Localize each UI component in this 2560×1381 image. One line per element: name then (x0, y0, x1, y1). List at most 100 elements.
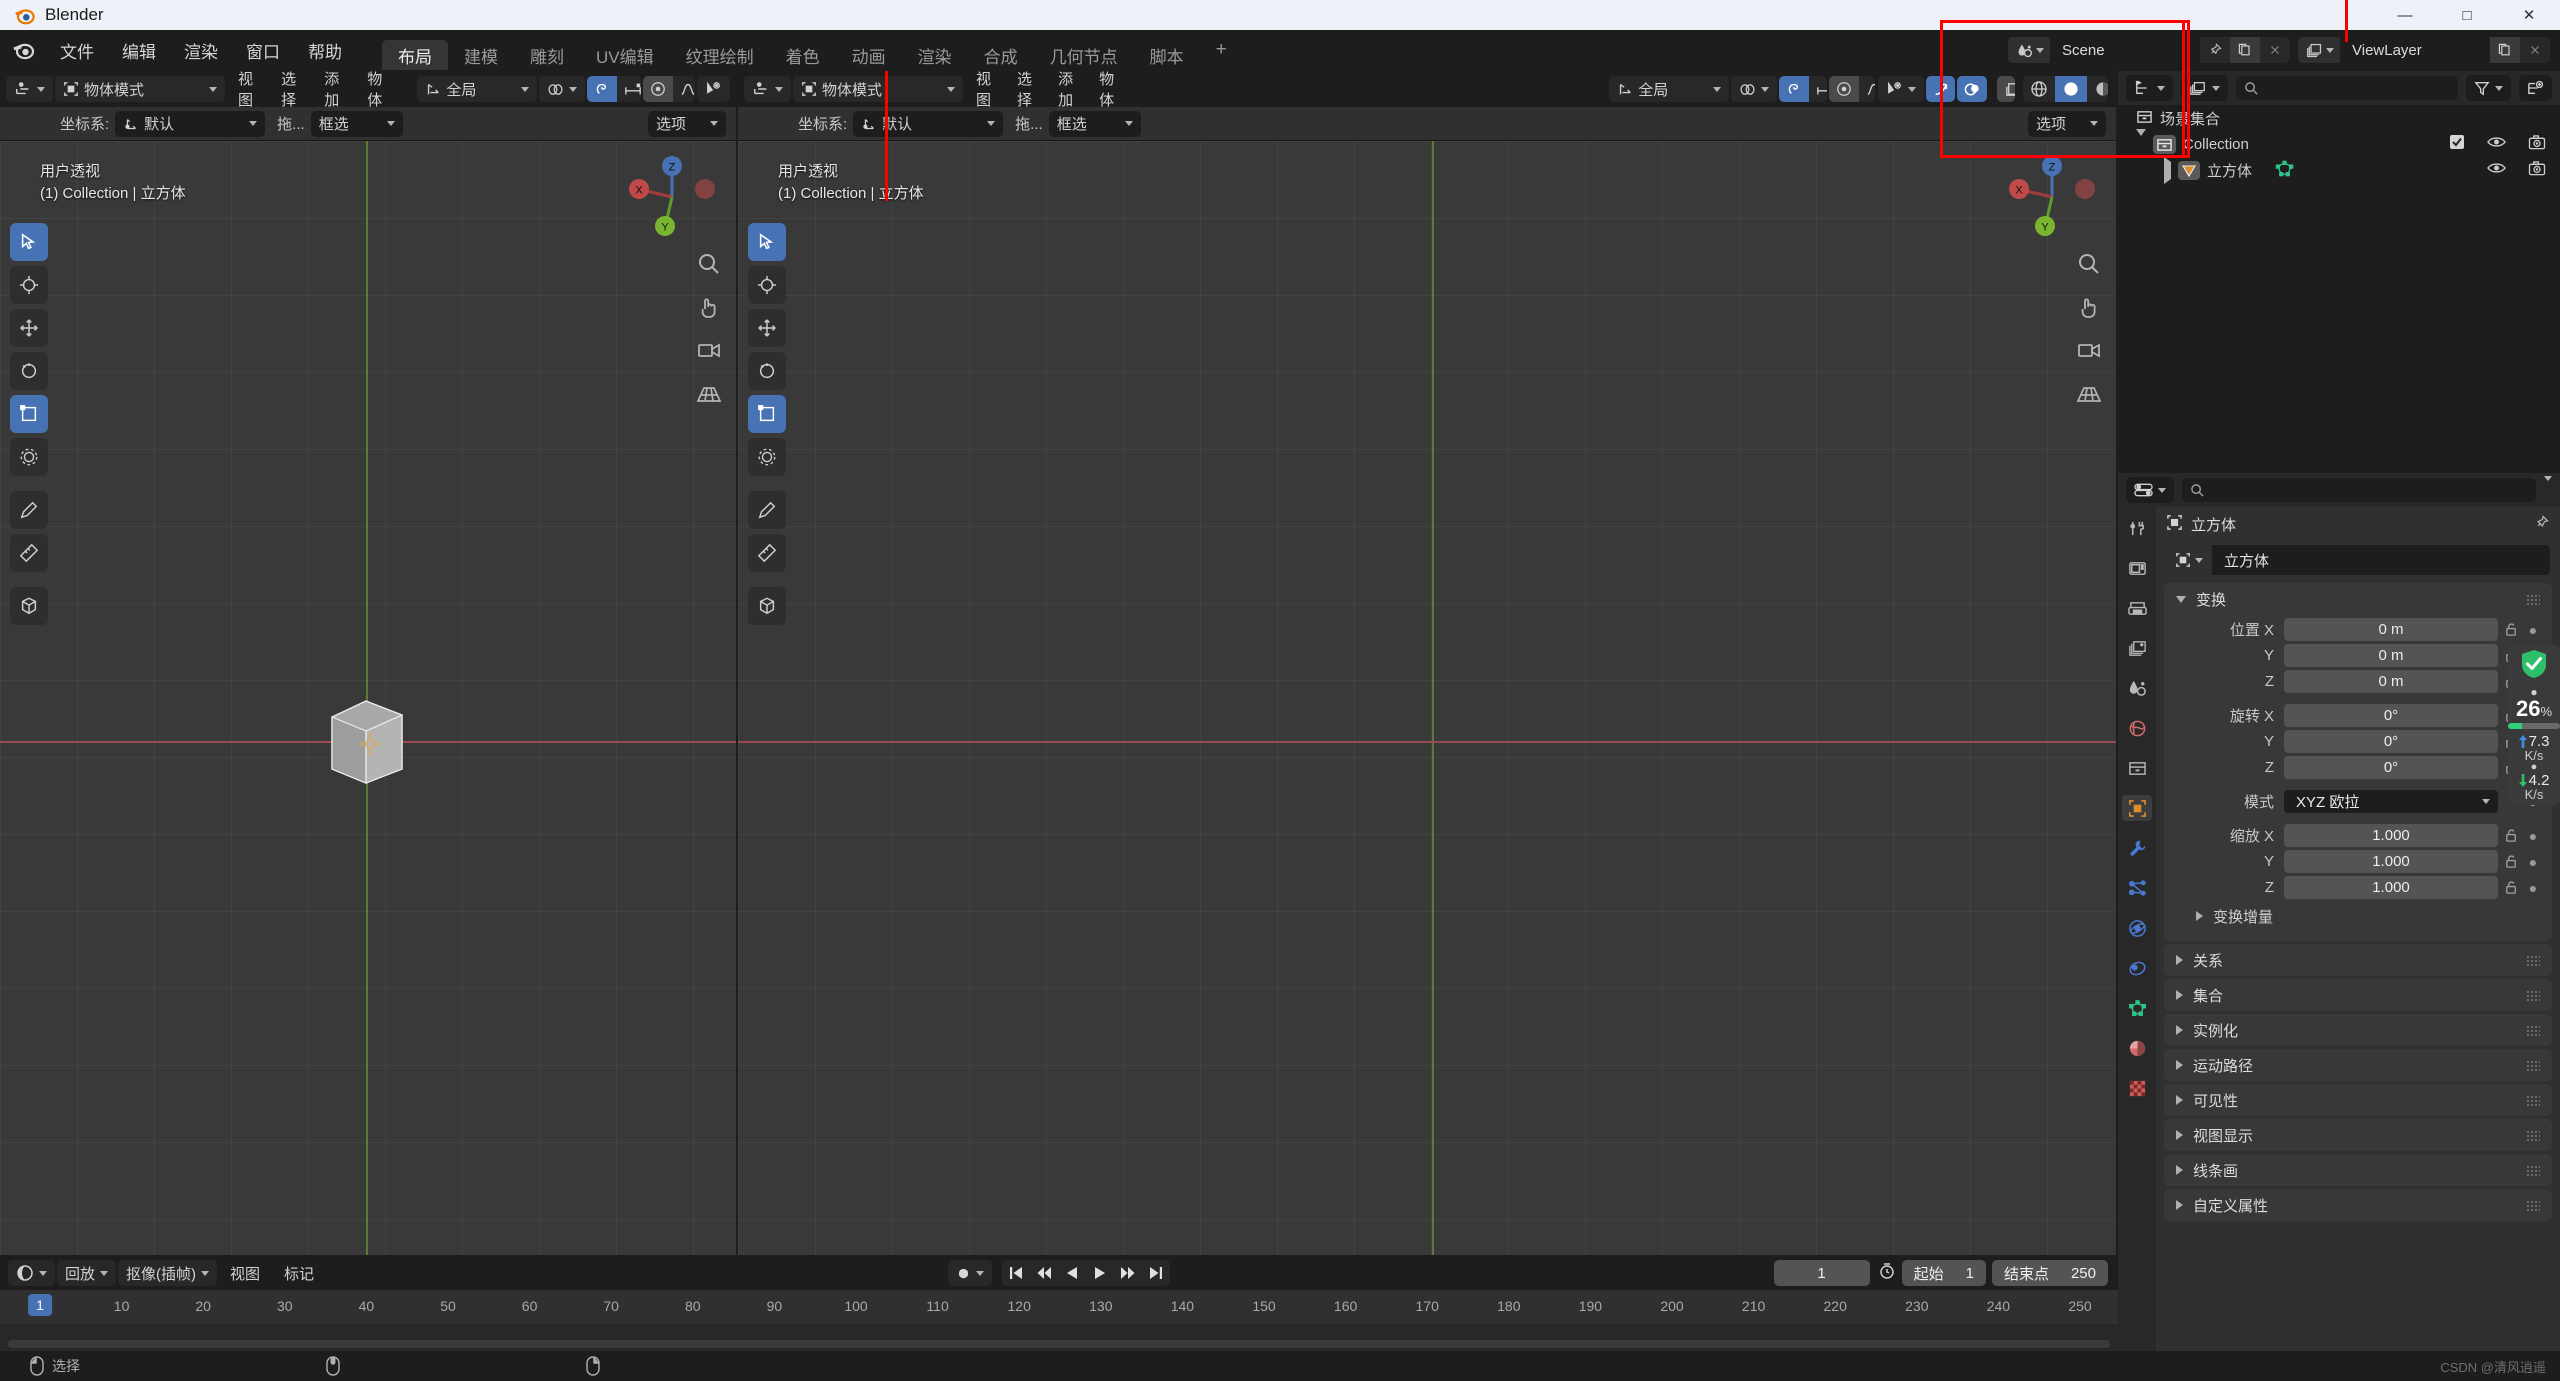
location-y-field[interactable]: 0 m (2284, 644, 2498, 667)
viewport-right-menu-object[interactable]: 物体 (1088, 71, 1127, 109)
workspace-tab-sculpting[interactable]: 雕刻 (514, 40, 580, 70)
menu-render[interactable]: 渲染 (170, 30, 232, 70)
snap-target-right[interactable] (1731, 76, 1778, 102)
workspace-tab-geometry-nodes[interactable]: 几何节点 (1034, 40, 1134, 70)
tool-tweak-left[interactable] (10, 223, 48, 261)
zoom-view-icon-right[interactable] (2076, 251, 2102, 277)
timeline-menu-marker[interactable]: 标记 (273, 1255, 325, 1291)
panel-motion-paths[interactable]: 运动路径 (2164, 1049, 2552, 1081)
snap-toggle-right[interactable] (1779, 76, 1810, 102)
panel-instancing-header[interactable]: 实例化 (2164, 1014, 2552, 1046)
camera-view-icon-left[interactable] (696, 339, 722, 365)
scale-x-field[interactable]: 1.000 (2284, 824, 2498, 847)
xray-toggle-right[interactable] (1997, 76, 2015, 102)
rotation-x-field[interactable]: 0° (2284, 704, 2498, 727)
viewport-menu-view[interactable]: 视图 (227, 71, 268, 109)
tool-rotate-left[interactable] (10, 352, 48, 390)
panel-visibility[interactable]: 可见性 (2164, 1084, 2552, 1116)
location-x-field[interactable]: 0 m (2284, 618, 2498, 641)
tool-measure-right[interactable] (748, 534, 786, 572)
panel-visibility-header[interactable]: 可见性 (2164, 1084, 2552, 1116)
jump-to-start-button[interactable] (1002, 1260, 1030, 1286)
properties-options-chevron[interactable] (2544, 476, 2552, 499)
tool-move-right[interactable] (748, 309, 786, 347)
disclosure-triangle-cube[interactable] (2164, 156, 2171, 184)
panel-custom-properties-header[interactable]: 自定义属性 (2164, 1189, 2552, 1221)
minimize-button[interactable]: — (2374, 0, 2436, 30)
eye-icon-collection[interactable] (2487, 135, 2506, 153)
object-id-name[interactable]: 立方体 (2212, 550, 2269, 571)
proportional-falloff-left[interactable] (673, 76, 695, 102)
previous-keyframe-button[interactable] (1030, 1260, 1058, 1286)
rotation-z-field[interactable]: 0° (2284, 756, 2498, 779)
gizmo-group-right[interactable] (1925, 76, 1956, 102)
lock-scale-x-icon[interactable] (2498, 828, 2524, 843)
properties-tab-physics[interactable] (2122, 915, 2152, 941)
outliner-search-input[interactable] (2236, 76, 2458, 100)
viewport-options-right[interactable]: 选项 (2028, 110, 2106, 137)
properties-tab-scene[interactable] (2122, 675, 2152, 701)
pin-scene-icon[interactable] (2200, 37, 2230, 63)
properties-tab-output[interactable] (2122, 595, 2152, 621)
download-overlay-widget[interactable]: ● 26 % 7.3 K/s ● 4.2 K/s (2508, 645, 2560, 805)
workspace-tab-texture-paint[interactable]: 纹理绘制 (670, 40, 770, 70)
timeline-menu-view[interactable]: 视图 (219, 1255, 271, 1291)
viewport-right-canvas[interactable]: 用户透视 (1) Collection | 立方体 Z X Y (738, 141, 2116, 1255)
play-reverse-button[interactable] (1058, 1260, 1086, 1286)
snap-mode-left[interactable] (617, 76, 641, 102)
visibility-dropdown-left[interactable] (697, 76, 730, 102)
viewport-menu-select[interactable]: 选择 (270, 71, 311, 109)
animate-scale-z-dot[interactable]: ● (2524, 880, 2542, 896)
viewport-left[interactable]: 物体模式 视图 选择 添加 物体 全局 坐标系: 默认 拖... 框选 选项 用… (0, 71, 736, 1255)
snap-toggle-left[interactable] (587, 76, 618, 102)
tool-cursor-right[interactable] (748, 266, 786, 304)
object-visibility-dropdown-right[interactable] (1877, 76, 1924, 102)
scale-z-field[interactable]: 1.000 (2284, 876, 2498, 899)
camera-icon-cube[interactable] (2528, 160, 2546, 180)
workspace-tab-shading[interactable]: 着色 (770, 40, 836, 70)
toggle-xray-icon[interactable] (1997, 76, 2015, 102)
viewport-right-menu-add[interactable]: 添加 (1047, 71, 1086, 109)
location-z-field[interactable]: 0 m (2284, 670, 2498, 693)
tool-annotate-right[interactable] (748, 491, 786, 529)
panel-viewport-display-header[interactable]: 视图显示 (2164, 1119, 2552, 1151)
workspace-tab-uv-editing[interactable]: UV编辑 (580, 40, 670, 70)
tool-cursor-left[interactable] (10, 266, 48, 304)
viewport-right-menu-view[interactable]: 视图 (965, 71, 1004, 109)
frame-end-field[interactable]: 结束点 250 (1991, 1260, 2108, 1286)
properties-tab-tool[interactable] (2122, 515, 2152, 541)
workspace-tab-scripting[interactable]: 脚本 (1134, 40, 1200, 70)
close-button[interactable]: ✕ (2498, 0, 2560, 30)
proportional-edit-toggle-left[interactable] (642, 76, 673, 102)
mesh-data-icon[interactable] (2275, 160, 2294, 181)
viewport-menu-add[interactable]: 添加 (313, 71, 354, 109)
panel-line-art[interactable]: 线条画 (2164, 1154, 2552, 1186)
panel-relations[interactable]: 关系 (2164, 944, 2552, 976)
properties-tab-world[interactable] (2122, 715, 2152, 741)
viewport-right[interactable]: 物体模式 视图 选择 添加 物体 全局 坐标系: 默认 拖... 框选 选项 用… (738, 71, 2116, 1255)
panel-collections[interactable]: 集合 (2164, 979, 2552, 1011)
viewlayer-icon[interactable] (2298, 37, 2340, 63)
tool-measure-left[interactable] (10, 534, 48, 572)
shading-material-preview[interactable] (2087, 76, 2108, 102)
shading-modes-right[interactable] (2022, 76, 2108, 102)
next-keyframe-button[interactable] (1114, 1260, 1142, 1286)
show-gizmo-toggle[interactable] (1925, 76, 1956, 102)
timeline-playhead[interactable]: 1 (28, 1294, 52, 1316)
panel-motion-paths-header[interactable]: 运动路径 (2164, 1049, 2552, 1081)
scene-icon[interactable] (2008, 37, 2050, 63)
workspace-tab-rendering[interactable]: 渲染 (902, 40, 968, 70)
properties-tab-view-layer[interactable] (2122, 635, 2152, 661)
properties-search-input[interactable] (2182, 478, 2536, 502)
timeline-ruler[interactable]: 1 10 20 30 40 50 60 70 80 90 100 110 120 130 140 150 160… (0, 1290, 2118, 1324)
animate-scale-x-dot[interactable]: ● (2524, 828, 2542, 844)
play-button[interactable] (1086, 1260, 1114, 1286)
editor-type-icon-right[interactable] (744, 76, 791, 102)
proportional-edit-group-left[interactable] (642, 76, 695, 102)
show-overlays-toggle[interactable] (1957, 76, 1988, 102)
overlays-group-right[interactable] (1957, 76, 1988, 102)
navigation-gizmo-left[interactable]: Z X Y (624, 149, 720, 245)
viewport-menu-object[interactable]: 物体 (356, 71, 397, 109)
tool-tweak-right[interactable] (748, 223, 786, 261)
menu-help[interactable]: 帮助 (294, 30, 356, 70)
